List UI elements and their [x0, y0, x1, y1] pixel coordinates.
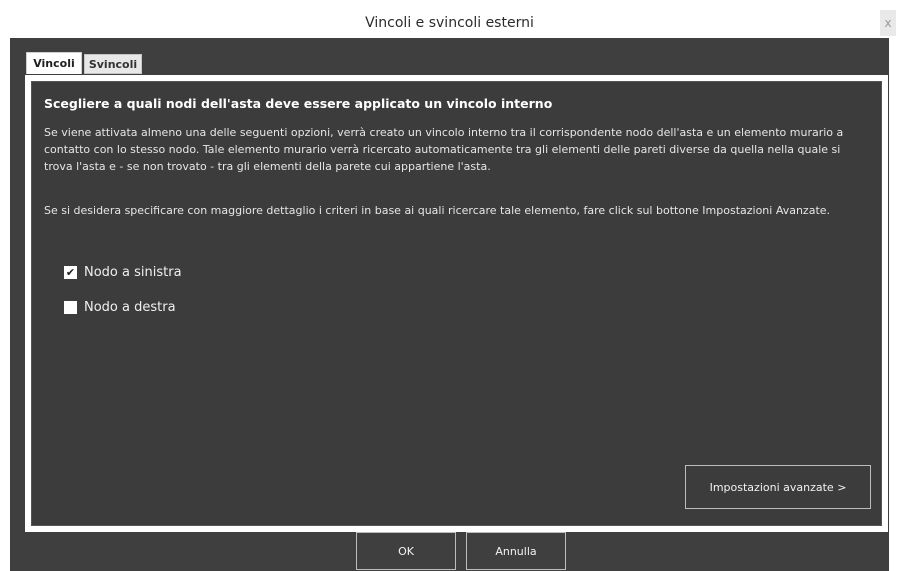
tab-svincoli[interactable]: Svincoli: [84, 54, 142, 74]
tab-vincoli[interactable]: Vincoli: [26, 52, 82, 74]
window-title: Vincoli e svincoli esterni: [365, 15, 534, 31]
option-label: Nodo a destra: [84, 300, 176, 315]
option-nodo-sinistra[interactable]: ✔ Nodo a sinistra: [64, 265, 182, 280]
checkbox-unchecked[interactable]: [64, 301, 77, 314]
cancel-button[interactable]: Annulla: [466, 532, 566, 570]
advanced-settings-button[interactable]: Impostazioni avanzate >: [685, 465, 871, 509]
section-heading: Scegliere a quali nodi dell'asta deve es…: [44, 96, 553, 111]
dialog-window: Vincoli e svincoli esterni x Vincoli Svi…: [10, 8, 896, 571]
tab-panel-frame: Scegliere a quali nodi dell'asta deve es…: [25, 75, 888, 532]
tab-panel: Scegliere a quali nodi dell'asta deve es…: [31, 81, 882, 526]
title-bar: Vincoli e svincoli esterni x: [10, 8, 896, 38]
close-icon[interactable]: x: [880, 10, 896, 36]
option-label: Nodo a sinistra: [84, 265, 182, 280]
option-nodo-destra[interactable]: Nodo a destra: [64, 300, 176, 315]
checkbox-checked[interactable]: ✔: [64, 266, 77, 279]
advanced-hint-paragraph: Se si desidera specificare con maggiore …: [44, 204, 831, 217]
description-paragraph: Se viene attivata almeno una delle segue…: [44, 126, 844, 173]
ok-button[interactable]: OK: [356, 532, 456, 570]
